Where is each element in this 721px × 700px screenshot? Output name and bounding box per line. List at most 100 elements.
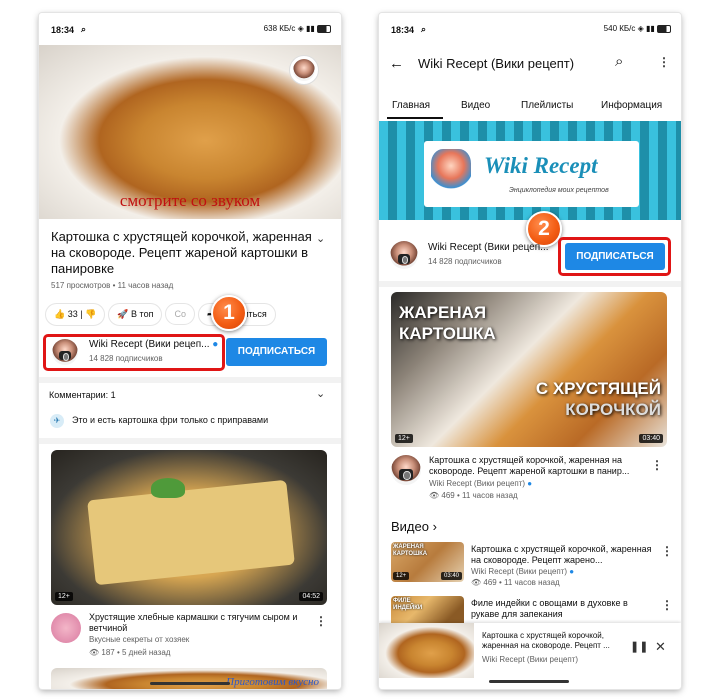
next-video-title[interactable]: Хрустящие хлебные кармашки с тягучим сыр… — [89, 612, 304, 634]
comment-text[interactable]: Это и есть картошка фри только с приправ… — [72, 415, 268, 425]
next-video-stats: 👁 187 • 5 дней назад — [89, 648, 170, 657]
tab-videos[interactable]: Видео — [461, 100, 490, 111]
top-button[interactable]: 🚀 В топ — [108, 303, 163, 326]
more-options-icon[interactable]: ⋮ — [661, 544, 673, 558]
mini-player-thumbnail[interactable] — [379, 623, 474, 678]
subscribe-button[interactable]: ПОДПИСАТЬСЯ — [226, 338, 327, 366]
subscriber-count: 14 828 подписчиков — [428, 257, 502, 266]
right-phone-screen: 18:34 ⌕ 540 КБ/с ◈ ▮▮ ← Wiki Recept (Вик… — [379, 13, 681, 689]
age-rating: 12+ — [393, 572, 410, 580]
thumb-up-icon: 👍 — [54, 309, 66, 319]
expand-description-icon[interactable]: ⌄ — [316, 232, 325, 245]
gesture-bar — [150, 682, 230, 685]
video-duration: 03:40 — [440, 572, 462, 580]
top-label: В топ — [131, 309, 154, 319]
save-label: Со — [174, 309, 186, 319]
gesture-bar — [489, 680, 569, 683]
back-arrow-icon[interactable]: ← — [389, 55, 404, 72]
status-time: 18:34 — [391, 25, 415, 35]
channel-avatar[interactable] — [390, 241, 418, 269]
featured-channel-name: Wiki Recept (Вики рецепт) — [429, 479, 526, 488]
highlight-box-subscribe — [558, 237, 671, 276]
camera-icon — [399, 469, 413, 480]
video-thumbnail[interactable]: ЖАРЕНАЯ КАРТОШКА 03:40 12+ — [391, 542, 464, 582]
channel-avatar[interactable] — [51, 613, 81, 643]
channel-name: Wiki Recept (Вики рецеп... — [428, 242, 549, 253]
status-bar: 18:34 ⌕ 638 КБ/с ◈ ▮▮ — [39, 13, 341, 45]
tab-home[interactable]: Главная — [392, 100, 430, 111]
video-thumbnail[interactable]: ФИЛЕ ИНДЕЙКИ — [391, 596, 464, 624]
action-bar: 👍 33 | 👎🚀 В топСо➦ Поделиться — [45, 303, 341, 326]
featured-video-stats: 👁 469 • 11 часов назад — [429, 491, 518, 500]
search-icon[interactable]: ⌕ — [615, 53, 623, 70]
video-title[interactable]: Филе индейки с овощами в духовке в рукав… — [471, 598, 656, 620]
status-time: 18:34 — [51, 25, 75, 35]
video-duration: 03:40 — [639, 434, 663, 443]
watermark-avatar — [293, 59, 315, 81]
mini-player-channel: Wiki Recept (Вики рецепт) — [482, 655, 579, 664]
highlight-box-channel — [43, 334, 225, 371]
views-icon: 👁 — [471, 578, 482, 587]
featured-video-thumbnail[interactable]: ЖАРЕНАЯ КАРТОШКА С ХРУСТЯЩЕЙ КОРОЧКОЙ 12+ … — [391, 292, 667, 447]
section-title: Видео — [391, 519, 429, 534]
video-stats: 👁 469 • 11 часов назад — [471, 578, 560, 587]
views-icon: 👁 — [89, 648, 100, 657]
tab-about[interactable]: Информация — [601, 100, 662, 111]
overlay-line1: ЖАРЕНАЯ — [399, 303, 487, 322]
status-bar: 18:34 ⌕ 540 КБ/с ◈ ▮▮ — [379, 13, 681, 45]
video-title[interactable]: Картошка с хрустящей корочкой, жаренная … — [471, 544, 656, 566]
featured-stats-text: 469 • 11 часов назад — [441, 491, 518, 500]
age-rating: 12+ — [55, 592, 73, 601]
overlay-line4: КОРОЧКОЙ — [565, 400, 661, 419]
thumbnail-overlay-subtitle: С ХРУСТЯЩЕЙ КОРОЧКОЙ — [536, 378, 661, 420]
rocket-icon: 🚀 — [117, 309, 129, 319]
channel-avatar[interactable] — [391, 455, 421, 485]
next-thumbnail-peek[interactable]: Приготовим вкусно — [51, 668, 327, 689]
more-options-icon[interactable]: ⋮ — [651, 458, 663, 472]
section-arrow-icon: › — [432, 519, 437, 534]
age-rating: 12+ — [395, 434, 413, 443]
verified-icon: ● — [569, 567, 575, 576]
verified-icon: ● — [527, 479, 533, 488]
peek-overlay-text: Приготовим вкусно — [226, 676, 319, 688]
mini-player[interactable]: Картошка с хрустящей корочкой, жаренная … — [379, 623, 681, 689]
tab-active-indicator — [387, 117, 443, 119]
video-channel: Wiki Recept (Вики рецепт) ● — [471, 567, 574, 576]
thumb-label: ЖАРЕНАЯ КАРТОШКА — [393, 544, 428, 557]
like-button[interactable]: 👍 33 | 👎 — [45, 303, 106, 326]
views-icon: 👁 — [429, 491, 440, 500]
featured-video-title[interactable]: Картошка с хрустящей корочкой, жаренная … — [429, 455, 639, 477]
more-options-icon[interactable]: ⋮ — [661, 598, 673, 612]
next-video-channel: Вкусные секреты от хозяек — [89, 635, 190, 644]
overlay-line3: С ХРУСТЯЩЕЙ — [535, 379, 661, 398]
network-speed: 638 КБ/с — [263, 24, 296, 33]
like-count: 33 — [67, 309, 78, 319]
close-icon[interactable]: ✕ — [655, 639, 666, 655]
step-badge-1: 1 — [211, 295, 247, 331]
tab-playlists[interactable]: Плейлисты — [521, 100, 573, 111]
pause-icon[interactable]: ❚❚ — [630, 640, 648, 653]
banner-chef-image — [431, 149, 471, 197]
banner-brand: Wiki Recept — [484, 153, 598, 178]
thumbnail-food — [87, 479, 295, 586]
section-videos[interactable]: Видео › — [391, 519, 437, 534]
more-options-icon[interactable]: ⋮ — [658, 55, 670, 69]
save-button[interactable]: Со — [165, 303, 195, 325]
banner-tagline: Энциклопедия моих рецептов — [509, 187, 609, 194]
video-stats-text: 469 • 11 часов назад — [483, 578, 560, 587]
comments-header[interactable]: Комментарии: 1 — [49, 390, 116, 400]
battery-icon — [657, 24, 671, 33]
header-title: Wiki Recept (Вики рецепт) — [418, 56, 575, 71]
video-title: Картошка с хрустящей корочкой, жаренная … — [51, 229, 312, 276]
battery-icon — [317, 24, 331, 33]
video-overlay-text: смотрите со звуком — [119, 191, 261, 210]
banner-logo-box: Wiki Recept Энциклопедия моих рецептов — [424, 141, 639, 207]
video-player[interactable]: смотрите со звуком — [39, 45, 341, 219]
search-icon: ⌕ — [81, 24, 87, 34]
video-thumbnail[interactable]: 12+ 04:52 — [51, 450, 327, 605]
video-stats: 517 просмотров • 11 часов назад — [51, 281, 174, 290]
more-options-icon[interactable]: ⋮ — [315, 614, 327, 628]
expand-comments-icon[interactable]: ⌄ — [316, 387, 325, 400]
status-icons: 540 КБ/с ◈ ▮▮ — [604, 24, 671, 33]
mini-player-title: Картошка с хрустящей корочкой, жаренная … — [482, 631, 610, 650]
